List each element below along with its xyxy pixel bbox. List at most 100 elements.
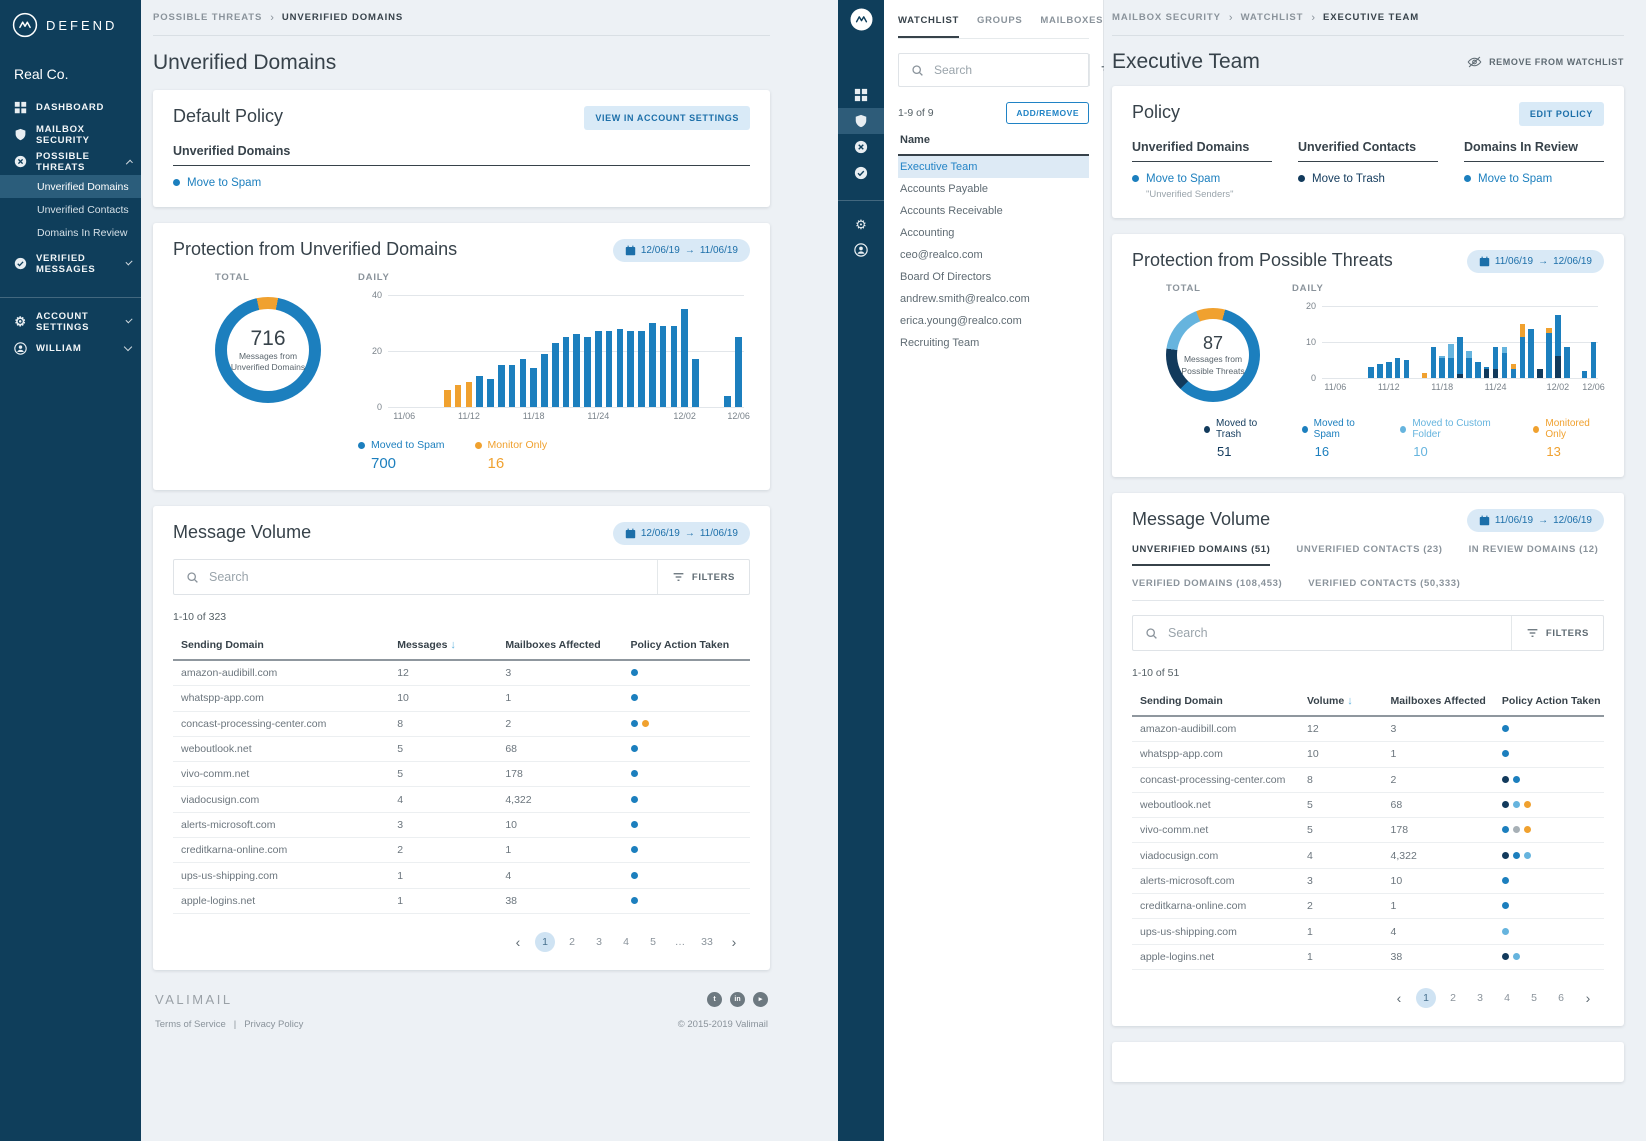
filters-button[interactable]: FILTERS	[1511, 616, 1603, 650]
page-nav-arrow[interactable]: ›	[724, 932, 744, 952]
table-row[interactable]: concast-processing-center.com82	[173, 712, 750, 737]
column-messages[interactable]: Messages↓	[397, 639, 505, 651]
remove-from-watchlist-button[interactable]: REMOVE FROM WATCHLIST	[1467, 56, 1624, 68]
mini-verified-messages-button[interactable]	[838, 160, 884, 186]
sidebar-item-domains-in-review[interactable]: Domains In Review	[0, 221, 141, 244]
cell-messages: 1	[1307, 951, 1391, 963]
page-number[interactable]: 5	[1524, 988, 1544, 1008]
mini-user-button[interactable]	[838, 237, 884, 263]
table-row[interactable]: whatspp-app.com101	[1132, 742, 1604, 767]
table-row[interactable]: creditkarna-online.com21	[173, 838, 750, 863]
remove-from-watchlist-label: REMOVE FROM WATCHLIST	[1489, 57, 1624, 67]
mini-mailbox-security-button[interactable]	[838, 108, 884, 134]
tab-unverified-contacts[interactable]: UNVERIFIED CONTACTS (23)	[1296, 544, 1442, 566]
mini-dashboard-button[interactable]	[838, 82, 884, 108]
page-number[interactable]: 1	[1416, 988, 1436, 1008]
date-range-badge[interactable]: 12/06/19 → 11/06/19	[613, 239, 750, 262]
tab-watchlist[interactable]: WATCHLIST	[898, 0, 959, 38]
sidebar-item-account-settings[interactable]: ⚙ ACCOUNT SETTINGS	[0, 308, 141, 335]
date-range-badge[interactable]: 11/06/19 → 12/06/19	[1467, 250, 1604, 273]
date-range-badge[interactable]: 11/06/19 → 12/06/19	[1467, 509, 1604, 532]
table-row[interactable]: amazon-audibill.com123	[1132, 717, 1604, 742]
table-row[interactable]: ups-us-shipping.com14	[1132, 919, 1604, 944]
watchlist-search-input[interactable]	[934, 63, 1089, 77]
breadcrumb-mailbox-security[interactable]: MAILBOX SECURITY	[1112, 12, 1221, 23]
watchlist-item[interactable]: Board Of Directors	[898, 266, 1089, 288]
date-range-badge[interactable]: 12/06/19 → 11/06/19	[613, 522, 750, 545]
watchlist-item[interactable]: Recruiting Team	[898, 332, 1089, 354]
watchlist-item[interactable]: andrew.smith@realco.com	[898, 288, 1089, 310]
daily-bar-segment	[530, 368, 537, 407]
sidebar-item-mailbox-security[interactable]: MAILBOX SECURITY	[0, 121, 141, 148]
table-row[interactable]: viadocusign.com44,322	[1132, 843, 1604, 868]
page-nav-arrow[interactable]: ‹	[508, 932, 528, 952]
watchlist-name-header[interactable]: Name	[898, 124, 1089, 156]
page-number[interactable]: 2	[562, 932, 582, 952]
table-row[interactable]: alerts-microsoft.com310	[1132, 869, 1604, 894]
privacy-policy-link[interactable]: Privacy Policy	[244, 1019, 303, 1030]
page-number[interactable]: 4	[616, 932, 636, 952]
daily-bar-segment	[584, 337, 591, 407]
page-number[interactable]: 33	[697, 932, 717, 952]
page-number[interactable]: 2	[1443, 988, 1463, 1008]
page-number[interactable]: 3	[1470, 988, 1490, 1008]
tab-verified-domains[interactable]: VERIFIED DOMAINS (108,453)	[1132, 578, 1282, 598]
page-nav-arrow[interactable]: ‹	[1389, 988, 1409, 1008]
twitter-icon[interactable]: t	[707, 992, 722, 1007]
table-row[interactable]: apple-logins.net138	[1132, 945, 1604, 970]
table-row[interactable]: whatspp-app.com101	[173, 686, 750, 711]
tab-unverified-domains[interactable]: UNVERIFIED DOMAINS (51)	[1132, 544, 1270, 566]
table-row[interactable]: alerts-microsoft.com310	[173, 813, 750, 838]
sidebar-item-verified-messages[interactable]: VERIFIED MESSAGES	[0, 250, 141, 277]
sidebar-item-unverified-contacts[interactable]: Unverified Contacts	[0, 198, 141, 221]
page-number[interactable]: 4	[1497, 988, 1517, 1008]
table-row[interactable]: weboutlook.net568	[173, 737, 750, 762]
sidebar-item-dashboard[interactable]: DASHBOARD	[0, 94, 141, 121]
table-row[interactable]: viadocusign.com44,322	[173, 787, 750, 812]
mini-possible-threats-button[interactable]	[838, 134, 884, 160]
search-input[interactable]	[209, 570, 657, 584]
terms-of-service-link[interactable]: Terms of Service	[155, 1019, 226, 1030]
sidebar-item-unverified-domains[interactable]: Unverified Domains	[0, 175, 141, 198]
table-row[interactable]: apple-logins.net138	[173, 889, 750, 914]
table-row[interactable]: creditkarna-online.com21	[1132, 894, 1604, 919]
tab-verified-contacts[interactable]: VERIFIED CONTACTS (50,333)	[1308, 578, 1460, 598]
cell-domain: alerts-microsoft.com	[1140, 875, 1307, 887]
table-row[interactable]: ups-us-shipping.com14	[173, 863, 750, 888]
watchlist-item[interactable]: ceo@realco.com	[898, 244, 1089, 266]
youtube-icon[interactable]: ▸	[753, 992, 768, 1007]
search-input[interactable]	[1168, 626, 1511, 640]
tab-in-review-domains[interactable]: IN REVIEW DOMAINS (12)	[1469, 544, 1599, 566]
page-number[interactable]: …	[670, 932, 690, 952]
filters-button[interactable]: FILTERS	[657, 560, 749, 594]
cell-mailboxes: 1	[1391, 748, 1502, 760]
watchlist-item[interactable]: erica.young@realco.com	[898, 310, 1089, 332]
table-row[interactable]: amazon-audibill.com123	[173, 661, 750, 686]
column-volume[interactable]: Volume↓	[1307, 695, 1391, 707]
add-remove-button[interactable]: ADD/REMOVE	[1006, 102, 1089, 124]
tab-groups[interactable]: GROUPS	[977, 0, 1022, 38]
page-number[interactable]: 5	[643, 932, 663, 952]
table-row[interactable]: weboutlook.net568	[1132, 793, 1604, 818]
table-row[interactable]: vivo-comm.net5178	[1132, 818, 1604, 843]
watchlist-item[interactable]: Accounts Payable	[898, 178, 1089, 200]
table-row[interactable]: concast-processing-center.com82	[1132, 768, 1604, 793]
gray-dot	[1513, 826, 1520, 833]
breadcrumb-possible-threats[interactable]: POSSIBLE THREATS	[153, 12, 262, 23]
page-number[interactable]: 3	[589, 932, 609, 952]
mini-account-settings-button[interactable]: ⚙	[838, 211, 884, 237]
page-number[interactable]: 1	[535, 932, 555, 952]
watchlist-item[interactable]: Executive Team	[898, 156, 1089, 178]
watchlist-item[interactable]: Accounting	[898, 222, 1089, 244]
view-in-account-settings-button[interactable]: VIEW IN ACCOUNT SETTINGS	[584, 106, 750, 130]
table-row[interactable]: vivo-comm.net5178	[173, 762, 750, 787]
edit-policy-button[interactable]: EDIT POLICY	[1519, 102, 1604, 126]
tab-mailboxes[interactable]: MAILBOXES	[1040, 0, 1103, 38]
sidebar-item-possible-threats[interactable]: POSSIBLE THREATS	[0, 148, 141, 175]
breadcrumb-watchlist[interactable]: WATCHLIST	[1241, 12, 1304, 23]
page-number[interactable]: 6	[1551, 988, 1571, 1008]
sidebar-item-user[interactable]: WILLIAM	[0, 335, 141, 362]
page-nav-arrow[interactable]: ›	[1578, 988, 1598, 1008]
linkedin-icon[interactable]: in	[730, 992, 745, 1007]
watchlist-item[interactable]: Accounts Receivable	[898, 200, 1089, 222]
